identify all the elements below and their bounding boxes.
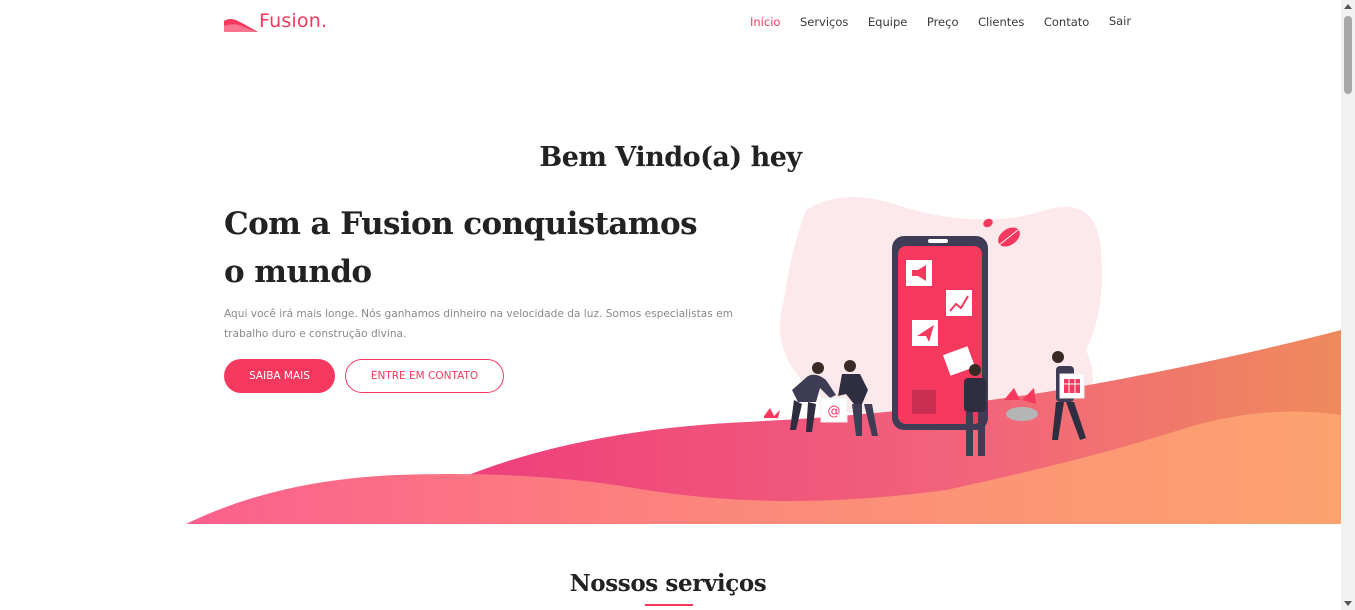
nav-menu: Início Serviços Equipe Preço Clientes Co…	[750, 14, 1151, 29]
services-title-underline	[645, 604, 693, 606]
hero-title: Com a Fusion conquistamos o mundo	[224, 200, 744, 296]
flower-icon	[764, 408, 780, 418]
welcome-heading: Bem Vindo(a) hey	[539, 142, 802, 173]
brand-wave-icon	[224, 19, 258, 32]
learn-more-button[interactable]: SAIBA MAIS	[224, 359, 335, 393]
nav-item-sair[interactable]: Sair	[1109, 14, 1131, 29]
brand-name: Fusion.	[259, 10, 328, 32]
brand-logo-link[interactable]: Fusion.	[224, 10, 327, 32]
nav-item-equipe[interactable]: Equipe	[868, 15, 907, 29]
nav-item-inicio[interactable]: Início	[750, 15, 780, 29]
calendar-icon	[1064, 379, 1080, 393]
nav-item-contato[interactable]: Contato	[1044, 15, 1089, 29]
top-navbar: Fusion. Início Serviços Equipe Preço Cli…	[0, 0, 1341, 48]
scroll-down-arrow-icon[interactable]	[1344, 601, 1352, 606]
hero-description: Aqui você irá mais longe. Nós ganhamos d…	[224, 308, 733, 340]
svg-text:@: @	[828, 404, 841, 419]
nav-item-servicos[interactable]: Serviços	[800, 15, 848, 29]
nav-item-preco[interactable]: Preço	[927, 15, 959, 29]
scrollbar-thumb[interactable]	[1344, 16, 1352, 94]
contact-us-button[interactable]: ENTRE EM CONTATO	[345, 359, 504, 393]
page-scrollbar[interactable]	[1341, 0, 1355, 610]
nav-item-clientes[interactable]: Clientes	[978, 15, 1024, 29]
hero-title-line1: Com a Fusion conquistamos	[224, 206, 698, 242]
email-at-icon: @	[820, 397, 848, 423]
services-section-title: Nossos serviços	[569, 570, 767, 597]
hero-title-line2: o mundo	[224, 254, 372, 290]
scroll-up-arrow-icon[interactable]	[1344, 4, 1352, 9]
